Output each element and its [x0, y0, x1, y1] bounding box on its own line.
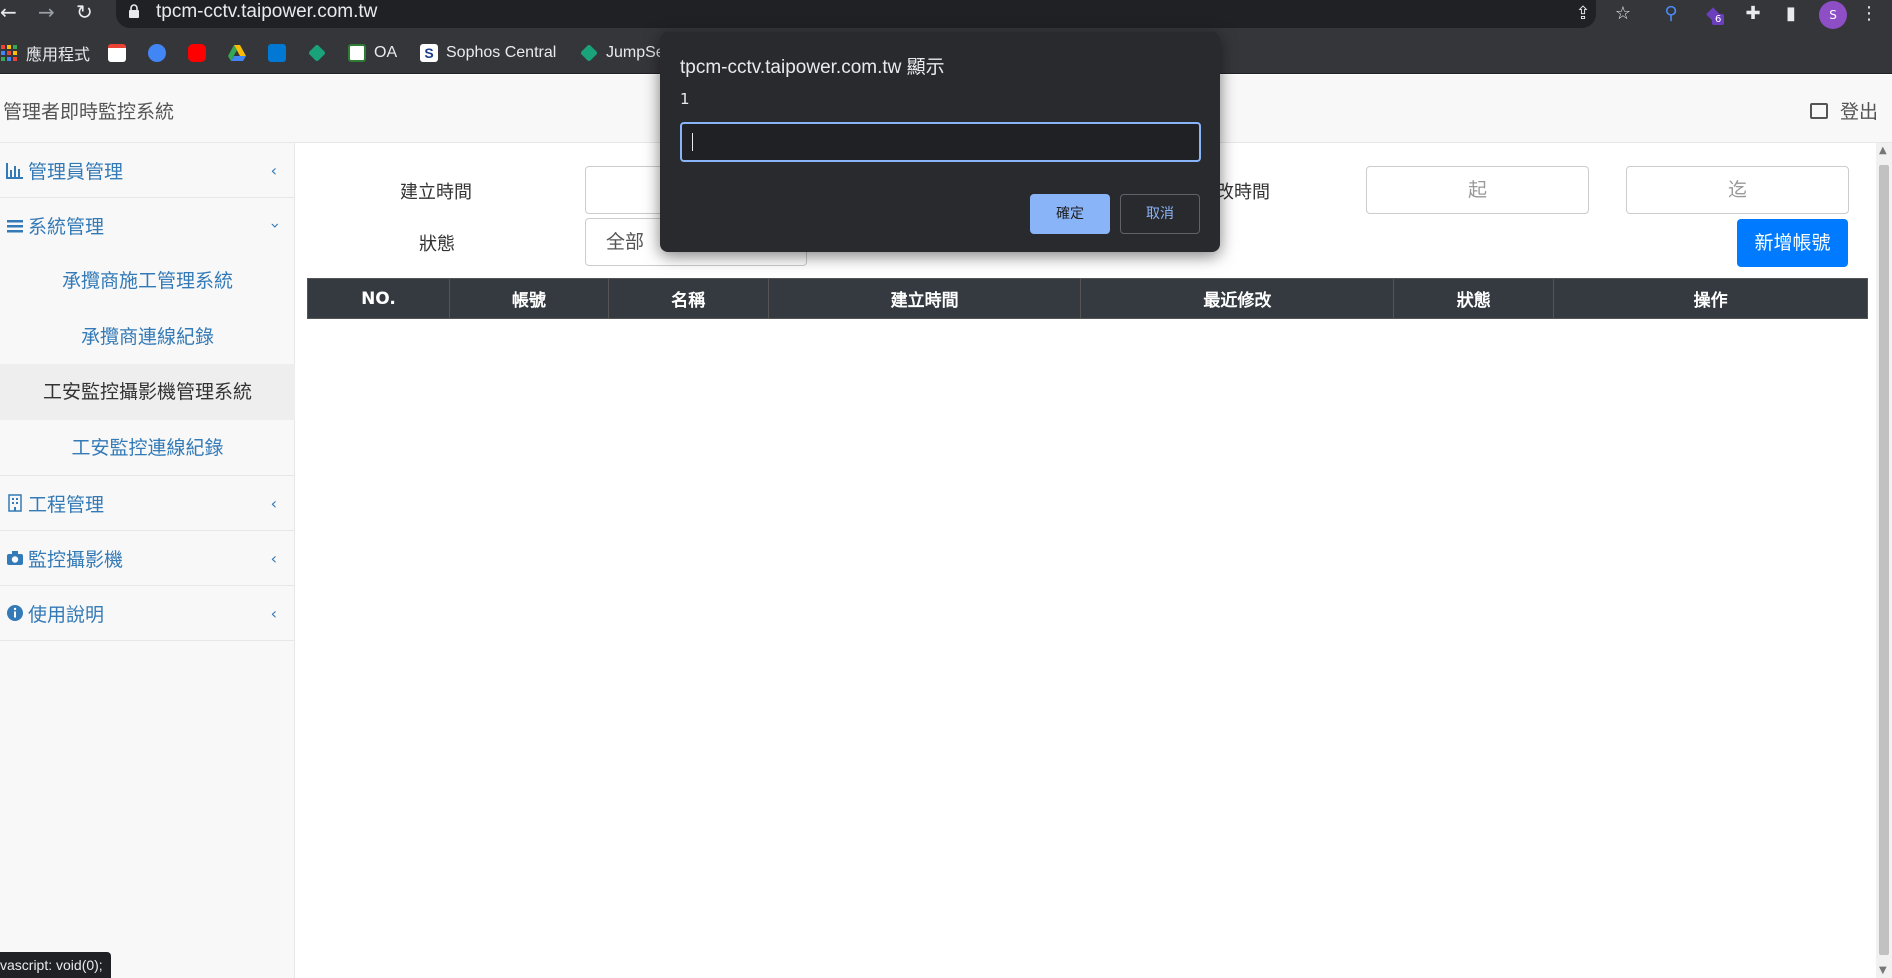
column-header-name[interactable]: 名稱 [607, 278, 769, 319]
globe-icon [148, 44, 166, 62]
app-brand[interactable]: 管理者即時監控系統 [3, 97, 174, 124]
sidebar-item-label: 管理員管理 [28, 160, 124, 183]
created-time-label: 建立時間 [400, 182, 472, 203]
sidebar-item-label: 監控攝影機 [28, 548, 124, 571]
share-icon[interactable]: ⇪ [1570, 2, 1596, 26]
reload-icon[interactable]: ↻ [76, 0, 93, 26]
modified-from-input[interactable]: 起 [1366, 166, 1589, 214]
bookmark-globe[interactable] [148, 41, 174, 65]
apps-grid-icon [1, 45, 17, 61]
page-scrollbar[interactable]: ▲ ▼ [1876, 143, 1892, 978]
oa-icon [348, 44, 366, 62]
back-arrow-icon[interactable]: ← [0, 0, 17, 26]
logout-label: 登出 [1839, 101, 1878, 123]
dialog-cancel-button[interactable]: 取消 [1120, 194, 1200, 234]
list-icon [7, 219, 23, 232]
sidebar-subitem-contractor-connection-log[interactable]: 承攬商連線紀錄 [0, 309, 295, 365]
sidebar-item-label: 工程管理 [28, 493, 105, 516]
profile-avatar[interactable]: S [1819, 1, 1847, 29]
column-header-actions: 操作 [1553, 278, 1868, 319]
sidebar: 管理員管理 ‹ 系統管理 ‹ 承攬商施工管理系統 承攬商連線紀錄 工安監控攝影機… [0, 143, 295, 978]
sidebar-item-admin-management[interactable]: 管理員管理 ‹ [0, 143, 295, 198]
chevron-left-icon: ‹ [270, 548, 277, 568]
gmail-icon [108, 44, 126, 62]
sidebar-subitem-contractor-construction[interactable]: 承攬商施工管理系統 [0, 253, 295, 309]
sidebar-item-system-management[interactable]: 系統管理 ‹ [0, 198, 295, 253]
forward-arrow-icon[interactable]: → [38, 0, 55, 26]
layers-icon [308, 44, 326, 62]
bookmark-outlook[interactable] [268, 41, 294, 65]
browser-toolbar: ← → ↻ tpcm-cctv.taipower.com.tw ⇪ ☆ ⚲ ◆ … [0, 0, 1892, 32]
dialog-title: tpcm-cctv.taipower.com.tw 顯示 [680, 57, 945, 78]
sign-out-icon [1809, 102, 1828, 119]
sidebar-item-help[interactable]: 使用說明 ‹ [0, 586, 295, 641]
scroll-down-icon[interactable]: ▼ [1879, 965, 1887, 976]
column-header-status[interactable]: 狀態 [1393, 278, 1555, 319]
youtube-icon [188, 44, 206, 62]
building-icon [8, 494, 22, 512]
lock-icon [129, 4, 139, 18]
sidebar-item-project-management[interactable]: 工程管理 ‹ [0, 476, 295, 531]
dialog-ok-button[interactable]: 確定 [1030, 194, 1110, 234]
drive-icon [228, 45, 246, 61]
table-header-row: NO. 帳號 名稱 建立時間 最近修改 狀態 操作 [307, 278, 1868, 319]
dialog-text-input[interactable] [680, 122, 1201, 162]
jumpserver-icon [580, 44, 598, 62]
url-text[interactable]: tpcm-cctv.taipower.com.tw [156, 1, 377, 23]
column-header-created[interactable]: 建立時間 [767, 278, 1082, 319]
chevron-left-icon: ‹ [270, 493, 277, 513]
sidebar-subitem-camera-management[interactable]: 工安監控攝影機管理系統 [0, 364, 295, 420]
column-header-no[interactable]: NO. [307, 278, 450, 319]
chevron-down-icon: ‹ [264, 222, 284, 229]
kebab-menu-icon[interactable]: ⋮ [1856, 2, 1882, 26]
bookmark-jumpserver[interactable]: JumpSe [580, 41, 665, 65]
pin-icon[interactable]: ⚲ [1658, 2, 1684, 26]
bookmark-layers[interactable] [308, 41, 334, 65]
bar-chart-icon [6, 163, 23, 179]
status-label: 狀態 [419, 234, 455, 255]
bookmark-gmail[interactable] [108, 41, 134, 65]
chevron-left-icon: ‹ [270, 603, 277, 623]
puzzle-icon[interactable]: ✚ [1740, 2, 1766, 26]
prompt-dialog: tpcm-cctv.taipower.com.tw 顯示 1 確定 取消 [660, 32, 1220, 252]
bookmark-youtube[interactable] [188, 41, 214, 65]
column-header-account[interactable]: 帳號 [448, 278, 609, 319]
bookmark-oa[interactable]: OA [348, 41, 397, 65]
outlook-icon [268, 44, 286, 62]
scroll-up-icon[interactable]: ▲ [1879, 145, 1887, 156]
sophos-icon: S [420, 44, 438, 62]
bookmark-apps[interactable]: 應用程式 [0, 41, 90, 65]
main-content [296, 143, 1876, 978]
dialog-message: 1 [680, 90, 690, 108]
bookmark-star-icon[interactable]: ☆ [1610, 2, 1636, 26]
info-icon [7, 605, 23, 621]
side-panel-icon[interactable]: ▮ [1778, 2, 1804, 26]
bookmark-label: OA [374, 44, 398, 61]
browser-status-bar: vascript: void(0); [0, 952, 111, 978]
sidebar-item-label: 使用說明 [28, 603, 105, 626]
bookmark-label: Sophos Central [446, 44, 557, 61]
modified-time-label: 改時間 [1216, 182, 1270, 203]
sidebar-item-label: 系統管理 [28, 216, 105, 238]
accounts-table: NO. 帳號 名稱 建立時間 最近修改 狀態 操作 [307, 278, 1868, 319]
logout-link[interactable]: 登出 [1809, 97, 1878, 124]
camera-icon [7, 551, 23, 565]
text-caret [692, 133, 693, 151]
bookmark-label: JumpSe [606, 44, 665, 61]
sidebar-subitem-safety-connection-log[interactable]: 工安監控連線紀錄 [0, 420, 295, 476]
column-header-modified[interactable]: 最近修改 [1080, 278, 1395, 319]
bookmark-drive[interactable] [228, 41, 254, 65]
extension-badge: 6 [1712, 14, 1725, 25]
sidebar-item-cameras[interactable]: 監控攝影機 ‹ [0, 531, 295, 586]
add-account-button[interactable]: 新增帳號 [1737, 219, 1848, 267]
chevron-left-icon: ‹ [270, 160, 277, 180]
bookmark-label: 應用程式 [26, 47, 91, 64]
bookmark-sophos[interactable]: S Sophos Central [420, 41, 556, 65]
scrollbar-thumb[interactable] [1879, 165, 1889, 955]
modified-to-input[interactable]: 迄 [1626, 166, 1849, 214]
